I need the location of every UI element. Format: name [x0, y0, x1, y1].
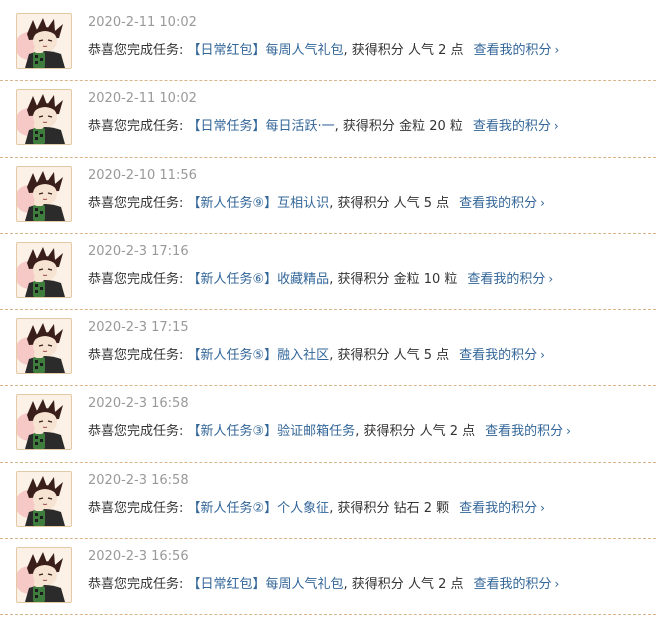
- notification-text: 恭喜您完成任务: 【新人任务③】验证邮箱任务, 获得积分 人气 2 点查看我的积…: [88, 420, 571, 439]
- chevron-right-icon: ›: [554, 43, 560, 57]
- message-prefix: 恭喜您完成任务:: [88, 424, 184, 440]
- chevron-right-icon: ›: [553, 119, 559, 134]
- message-prefix: 恭喜您完成任务:: [88, 43, 184, 58]
- timestamp: 2020-2-10 11:56: [88, 167, 197, 183]
- message-prefix: 恭喜您完成任务:: [88, 271, 184, 287]
- anime-avatar-icon[interactable]: [16, 318, 72, 375]
- message-prefix: 恭喜您完成任务:: [88, 500, 184, 516]
- notification-item: 2020-2-3 16:56 恭喜您完成任务: 【日常红包】每周人气礼包, 获得…: [0, 539, 656, 616]
- timestamp: 2020-2-11 10:02: [88, 91, 197, 107]
- notification-item: 2020-2-3 17:15 恭喜您完成任务: 【新人任务⑤】融入社区, 获得积…: [0, 310, 656, 387]
- timestamp: 2020-2-3 17:15: [88, 320, 189, 336]
- view-points-link[interactable]: 查看我的积分 ›: [473, 43, 559, 58]
- notification-item: 2020-2-11 10:02 恭喜您完成任务: 【日常红包】每周人气礼包, 获…: [0, 5, 656, 82]
- chevron-right-icon: ›: [566, 424, 571, 439]
- task-link[interactable]: 【新人任务⑥】收藏精品: [188, 272, 330, 287]
- notification-text: 恭喜您完成任务: 【新人任务⑥】收藏精品, 获得积分 金粒 10 粒查看我的积分…: [88, 268, 553, 287]
- reward-text: , 获得积分 人气 2 点: [343, 43, 464, 58]
- timestamp: 2020-2-3 16:58: [88, 396, 189, 412]
- reward-text: , 获得积分 金粒 20 粒: [334, 119, 463, 135]
- view-points-label: 查看我的积分: [459, 500, 538, 516]
- notification-item: 2020-2-3 17:16 恭喜您完成任务: 【新人任务⑥】收藏精品, 获得积…: [0, 234, 656, 311]
- anime-avatar-icon[interactable]: [16, 89, 72, 146]
- reward-text: , 获得积分 人气 2 点: [343, 577, 464, 593]
- reward-text: , 获得积分 金粒 10 粒: [329, 271, 458, 287]
- message-prefix: 恭喜您完成任务:: [88, 348, 184, 364]
- chevron-right-icon: ›: [554, 577, 560, 592]
- notification-text: 恭喜您完成任务: 【日常红包】每周人气礼包, 获得积分 人气 2 点查看我的积分…: [88, 573, 559, 592]
- notification-item: 2020-2-11 10:02 恭喜您完成任务: 【日常任务】每日活跃·一, 获…: [0, 81, 656, 158]
- reward-text: , 获得积分 人气 5 点: [329, 348, 450, 364]
- message-prefix: 恭喜您完成任务:: [88, 195, 184, 211]
- task-link[interactable]: 【新人任务③】验证邮箱任务: [188, 424, 356, 439]
- timestamp: 2020-2-3 17:16: [88, 243, 189, 259]
- anime-avatar-icon[interactable]: [16, 165, 72, 222]
- anime-avatar-icon[interactable]: [16, 470, 72, 527]
- view-points-link[interactable]: 查看我的积分 ›: [467, 272, 553, 287]
- notification-text: 恭喜您完成任务: 【新人任务⑤】融入社区, 获得积分 人气 5 点查看我的积分 ›: [88, 344, 545, 363]
- timestamp: 2020-2-11 10:02: [88, 15, 197, 30]
- task-link[interactable]: 【新人任务②】个人象征: [188, 501, 330, 516]
- chevron-right-icon: ›: [548, 271, 554, 286]
- reward-text: , 获得积分 人气 5 点: [329, 195, 450, 211]
- timestamp: 2020-2-3 16:58: [88, 472, 189, 488]
- notification-text: 恭喜您完成任务: 【日常红包】每周人气礼包, 获得积分 人气 2 点查看我的积分…: [88, 39, 559, 58]
- task-link[interactable]: 【新人任务⑨】互相认识: [188, 196, 330, 211]
- view-points-label: 查看我的积分: [467, 271, 546, 287]
- chevron-right-icon: ›: [540, 500, 545, 515]
- notification-item: 2020-2-10 11:56 恭喜您完成任务: 【新人任务⑨】互相认识, 获得…: [0, 158, 656, 234]
- view-points-link[interactable]: 查看我的积分 ›: [473, 577, 559, 592]
- view-points-link[interactable]: 查看我的积分 ›: [459, 348, 545, 363]
- message-prefix: 恭喜您完成任务:: [88, 577, 184, 593]
- task-link[interactable]: 【日常任务】每日活跃·一: [188, 119, 335, 134]
- view-points-link[interactable]: 查看我的积分 ›: [459, 501, 545, 516]
- chevron-right-icon: ›: [540, 348, 545, 363]
- anime-avatar-icon[interactable]: [16, 547, 72, 604]
- view-points-label: 查看我的积分: [459, 195, 538, 211]
- task-link[interactable]: 【新人任务⑤】融入社区: [188, 348, 330, 363]
- anime-avatar-icon[interactable]: [16, 394, 72, 451]
- view-points-label: 查看我的积分: [485, 424, 564, 440]
- view-points-label: 查看我的积分: [472, 119, 551, 135]
- notification-item: 2020-2-3 16:58 恭喜您完成任务: 【新人任务②】个人象征, 获得积…: [0, 463, 656, 540]
- chevron-right-icon: ›: [540, 195, 545, 210]
- notification-text: 恭喜您完成任务: 【日常任务】每日活跃·一, 获得积分 金粒 20 粒查看我的积…: [88, 115, 559, 134]
- reward-text: , 获得积分 钻石 2 颗: [329, 500, 450, 516]
- view-points-link[interactable]: 查看我的积分 ›: [485, 424, 571, 439]
- notification-item: 2020-2-3 16:58 恭喜您完成任务: 【新人任务③】验证邮箱任务, 获…: [0, 386, 656, 463]
- view-points-label: 查看我的积分: [459, 348, 538, 364]
- anime-avatar-icon[interactable]: [16, 241, 72, 298]
- task-link[interactable]: 【日常红包】每周人气礼包: [188, 43, 344, 58]
- view-points-link[interactable]: 查看我的积分 ›: [473, 119, 559, 134]
- view-points-link[interactable]: 查看我的积分 ›: [459, 196, 545, 211]
- task-link[interactable]: 【日常红包】每周人气礼包: [188, 577, 344, 592]
- message-prefix: 恭喜您完成任务:: [88, 119, 184, 135]
- anime-avatar-icon[interactable]: [16, 13, 72, 69]
- timestamp: 2020-2-3 16:56: [88, 549, 189, 565]
- task-notification-feed: 2020-2-11 10:02 恭喜您完成任务: 【日常红包】每周人气礼包, 获…: [0, 0, 656, 616]
- view-points-label: 查看我的积分: [473, 43, 552, 58]
- notification-text: 恭喜您完成任务: 【新人任务②】个人象征, 获得积分 钻石 2 颗查看我的积分 ›: [88, 497, 545, 516]
- view-points-label: 查看我的积分: [473, 577, 552, 593]
- notification-text: 恭喜您完成任务: 【新人任务⑨】互相认识, 获得积分 人气 5 点查看我的积分 ›: [88, 192, 545, 211]
- reward-text: , 获得积分 人气 2 点: [355, 424, 476, 440]
